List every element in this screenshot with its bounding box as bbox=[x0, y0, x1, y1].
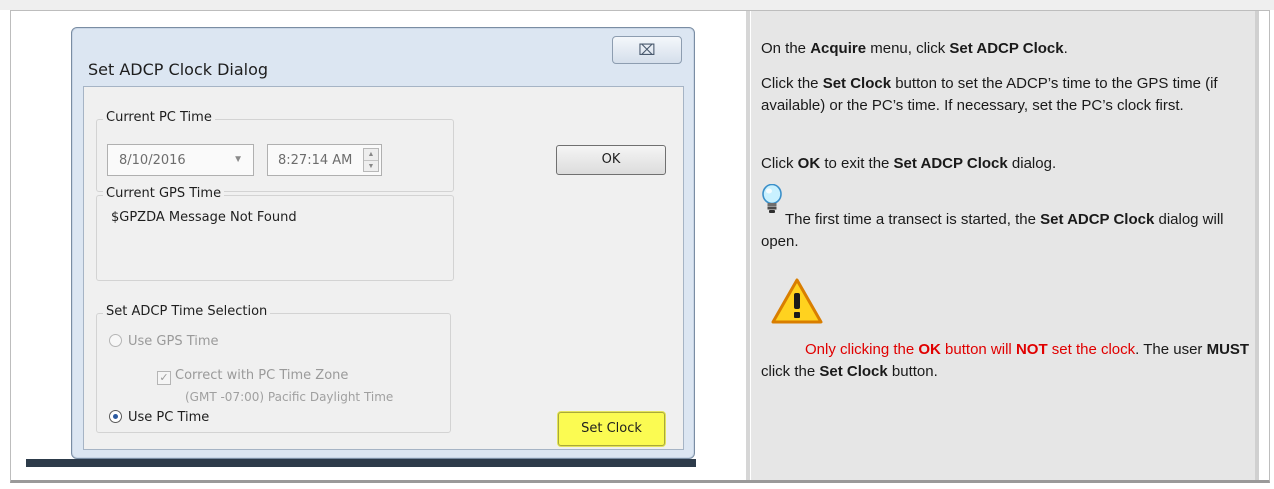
set-clock-button[interactable]: Set Clock bbox=[558, 412, 665, 446]
instructions-cell: On the Acquire menu, click Set ADCP Cloc… bbox=[751, 11, 1259, 480]
instruction-table: Set ADCP Clock Dialog ⌧ Current PC Time … bbox=[10, 10, 1270, 483]
dialog-title: Set ADCP Clock Dialog bbox=[88, 60, 269, 79]
radio-off-icon bbox=[109, 334, 122, 347]
spin-up-icon[interactable]: ▲ bbox=[364, 149, 378, 160]
warning-icon bbox=[771, 278, 823, 324]
timezone-text: (GMT -07:00) Pacific Daylight Time bbox=[185, 390, 394, 404]
use-gps-radio[interactable]: Use GPS Time bbox=[109, 334, 219, 349]
correct-tz-checkbox[interactable]: ✓ Correct with PC Time Zone bbox=[157, 368, 348, 385]
ok-button[interactable]: OK bbox=[556, 145, 666, 175]
tip-text: The first time a transect is started, th… bbox=[761, 211, 1224, 250]
date-picker[interactable]: 8/10/2016 ▼ bbox=[107, 144, 254, 176]
cell-divider bbox=[746, 11, 750, 480]
chevron-down-icon: ▼ bbox=[233, 154, 243, 165]
set-adcp-clock-dialog: Set ADCP Clock Dialog ⌧ Current PC Time … bbox=[71, 27, 695, 459]
current-gps-time-group: Current GPS Time $GPZDA Message Not Foun… bbox=[96, 186, 454, 281]
spin-down-icon[interactable]: ▼ bbox=[364, 160, 378, 171]
top-strip bbox=[0, 0, 1274, 10]
current-pc-time-group: Current PC Time 8/10/2016 ▼ 8:27:14 AM ▲… bbox=[96, 110, 454, 192]
gps-message: $GPZDA Message Not Found bbox=[111, 210, 297, 225]
time-selection-label: Set ADCP Time Selection bbox=[103, 304, 271, 319]
instruction-step-1: On the Acquire menu, click Set ADCP Cloc… bbox=[761, 40, 1068, 57]
warning-text: Only clicking the OK button will NOT set… bbox=[761, 341, 1250, 380]
instruction-step-2: Click the Set Clock button to set the AD… bbox=[761, 75, 1218, 114]
use-pc-label: Use PC Time bbox=[128, 410, 210, 425]
time-picker[interactable]: 8:27:14 AM ▲ ▼ bbox=[267, 144, 382, 176]
current-gps-time-label: Current GPS Time bbox=[103, 186, 225, 201]
time-spinner[interactable]: ▲ ▼ bbox=[363, 148, 379, 172]
correct-tz-label: Correct with PC Time Zone bbox=[175, 368, 349, 383]
time-selection-group: Set ADCP Time Selection Use GPS Time ✓ Co… bbox=[96, 304, 451, 433]
dialog-client-area: Current PC Time 8/10/2016 ▼ 8:27:14 AM ▲… bbox=[83, 86, 684, 450]
check-icon: ✓ bbox=[157, 371, 171, 385]
instruction-step-3: Click OK to exit the Set ADCP Clock dial… bbox=[761, 155, 1057, 172]
use-gps-label: Use GPS Time bbox=[128, 334, 219, 349]
close-icon: ⌧ bbox=[638, 41, 656, 59]
date-value: 8/10/2016 bbox=[119, 153, 186, 168]
screenshot-cell: Set ADCP Clock Dialog ⌧ Current PC Time … bbox=[11, 11, 746, 480]
screenshot-bottom-edge bbox=[26, 459, 696, 467]
radio-on-icon bbox=[109, 410, 122, 423]
time-value: 8:27:14 AM bbox=[278, 153, 353, 168]
use-pc-radio[interactable]: Use PC Time bbox=[109, 410, 209, 425]
close-button[interactable]: ⌧ bbox=[612, 36, 682, 64]
current-pc-time-label: Current PC Time bbox=[103, 110, 215, 125]
